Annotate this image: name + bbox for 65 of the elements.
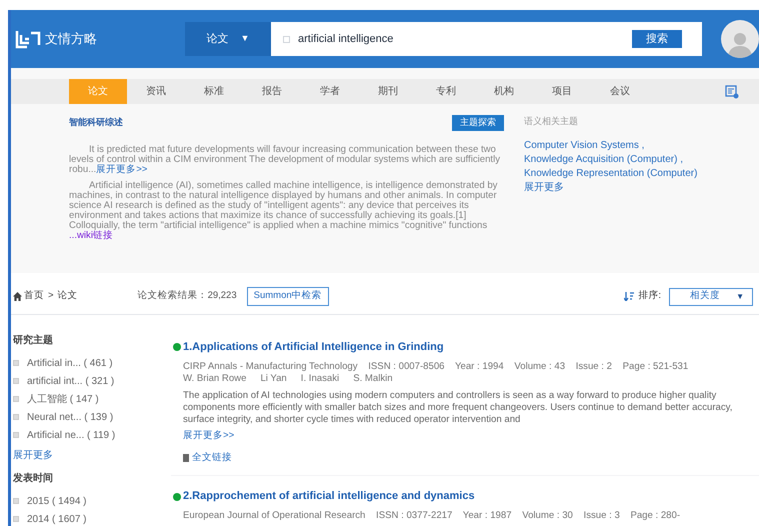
author-name[interactable]: Li Yan (260, 372, 287, 384)
related-topic-link[interactable]: Knowledge Representation (Computer) (524, 166, 724, 180)
document-icon (183, 454, 189, 462)
author-name[interactable]: S. Malkin (353, 372, 393, 384)
facet-item[interactable]: Neural net... ( 139 ) (13, 408, 171, 426)
tab[interactable]: 机构 (475, 79, 533, 104)
search-type-dropdown[interactable]: 论文 ▼ (185, 22, 271, 56)
result-title-link[interactable]: 2.Rapprochement of artificial intelligence and dynamics (183, 488, 475, 505)
facet-item[interactable]: artificial int... ( 321 ) (13, 372, 171, 390)
more-link[interactable]: ...wiki链接 (69, 230, 113, 241)
author-name[interactable]: I. Inasaki (300, 372, 340, 384)
sort-icon (624, 292, 634, 301)
facet-item[interactable]: Artificial ne... ( 119 ) (13, 426, 171, 444)
topic-explore-button[interactable]: 主题探索 (452, 115, 504, 131)
search-field[interactable]: artificial intelligence 搜索 (271, 22, 702, 56)
breadcrumb-separator: > (48, 289, 54, 304)
sort-label: 排序: (638, 289, 661, 304)
tab[interactable]: 会议 (591, 79, 649, 104)
checkbox[interactable] (13, 414, 19, 420)
facet-item[interactable]: 2015 ( 1494 ) (13, 492, 171, 510)
table-settings-icon[interactable] (725, 84, 739, 98)
summary-paragraph: Artificial intelligence (AI), sometimes called machine intelligence, is intelligence demonstrated by machines, in contrast to the natural intelligence displayed by humans and other animals. In computer science AI research is defined as the study of "intelligent agents": any device that perceives its environment and takes actions that maximize its chance of successfully achieving its goals.[1] Colloquially, the term "artificial intelligence" is applied when a machine mimics "cognitive" functions ...wiki链接 (69, 181, 498, 241)
tab[interactable]: 报告 (243, 79, 301, 104)
checkbox[interactable] (13, 432, 19, 438)
fulltext-link[interactable]: 全文链接 (192, 450, 232, 466)
more-link[interactable]: 展开更多>> (96, 164, 148, 175)
related-topic-link[interactable]: Computer Vision Systems , (524, 138, 724, 152)
summary-title: 智能科研综述 (69, 116, 123, 130)
search-button[interactable]: 搜索 (632, 30, 682, 48)
breadcrumb-link[interactable]: 首页 (24, 289, 44, 304)
checkbox[interactable] (13, 516, 19, 522)
tab[interactable]: 标准 (185, 79, 243, 104)
facet-item[interactable]: 2014 ( 1607 ) (13, 510, 171, 526)
result-meta: CIRP Annals - Manufacturing Technology ISSN : 0007-8506 Year : 1994 Volume : 43 Issue : 2 Page : 521-531 (183, 360, 690, 372)
tab[interactable]: 项目 (533, 79, 591, 104)
checkbox[interactable] (13, 498, 19, 504)
result-title-link[interactable]: 1.Applications of Artificial Intelligence in Grinding (183, 339, 444, 356)
tab[interactable]: 专利 (417, 79, 475, 104)
facet-item[interactable]: 人工智能 ( 147 ) (13, 390, 171, 408)
tab[interactable]: 学者 (301, 79, 359, 104)
logo-text: 文情方略 (45, 30, 97, 48)
checkbox[interactable] (13, 396, 19, 402)
related-topic-link[interactable]: Knowledge Acquisition (Computer) , (524, 152, 724, 166)
facet-item[interactable]: Artificial in... ( 461 ) (13, 354, 171, 372)
home-icon (13, 292, 22, 301)
summon-search-button[interactable]: Summon中检索 (246, 287, 329, 306)
more-link[interactable]: 展开更多 (524, 180, 724, 194)
result-meta: European Journal of Operational Research ISSN : 0377-2217 Year : 1987 Volume : 30 Issue : 3 Page : 280- (183, 510, 682, 522)
result-abstract: The application of AI technologies using modern computers and controllers is seen as a way forward to produce higher quality components more efficiently with smaller batch sizes and more frequent changeovers. Users continue to demand better accuracy, surface integrity, and shorter cycle times with reduced operator intervention and (183, 390, 734, 426)
result-count: 论文检索结果：29,223 (138, 289, 237, 304)
breadcrumb-current: 论文 (58, 289, 78, 304)
tab[interactable]: 资讯 (127, 79, 185, 104)
more-link[interactable]: 展开更多 (13, 448, 171, 463)
checkbox[interactable] (13, 378, 19, 384)
summary-paragraph: It is predicted mat future developments will favour increasing communication between these two levels of control within a CIM environment The development of modular systems which are sufficiently robu...展开更多>> (69, 145, 502, 175)
avatar-icon[interactable] (721, 20, 759, 58)
logo-icon (15, 29, 41, 49)
facet-title: 发表时间 (13, 472, 54, 486)
more-link[interactable]: 展开更多>> (183, 428, 759, 443)
facet-title: 研究主题 (13, 333, 54, 348)
checkbox[interactable] (13, 360, 19, 366)
author-name[interactable]: W. Brian Rowe (183, 372, 246, 384)
tab[interactable]: 期刊 (359, 79, 417, 104)
related-topics-title: 语义相关主题 (524, 115, 579, 128)
sort-dropdown[interactable]: 相关度 ▼ (669, 288, 753, 306)
